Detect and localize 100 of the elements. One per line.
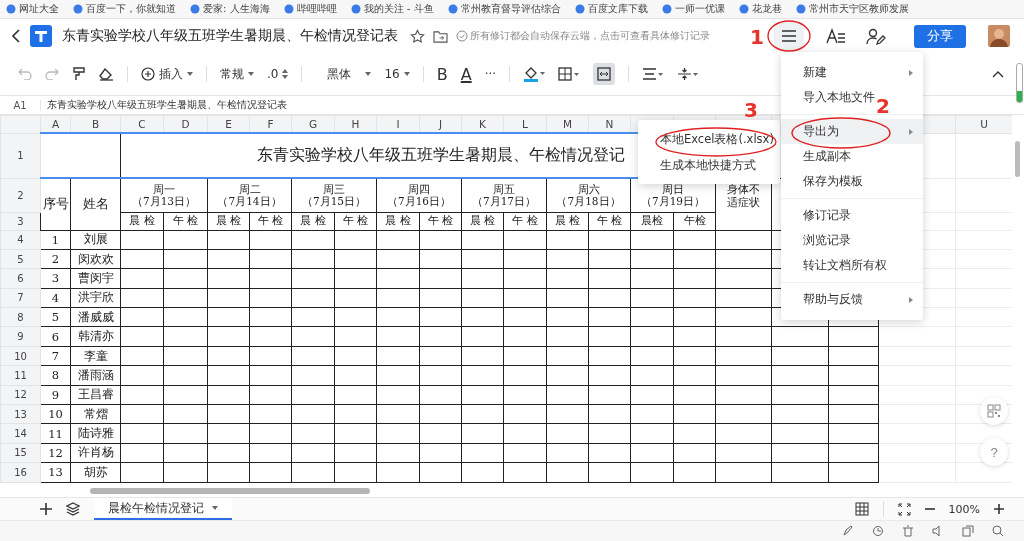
column-header[interactable]: C [138, 118, 146, 130]
align-icon[interactable] [642, 68, 665, 80]
vertical-align-icon[interactable] [677, 67, 700, 81]
fullscreen-icon[interactable] [897, 502, 911, 516]
row-header[interactable]: 9 [17, 331, 24, 343]
menu-item[interactable]: 保存为模板 [803, 174, 863, 189]
search-icon[interactable] [992, 525, 1004, 537]
table-header: 午 检 [596, 214, 623, 226]
fill-color-icon[interactable] [523, 66, 546, 82]
avatar[interactable] [988, 25, 1010, 47]
font-size-dropdown[interactable]: 16 [384, 67, 410, 81]
help-button[interactable]: ? [980, 438, 1008, 466]
menu-item[interactable]: 导入本地文件 [803, 90, 875, 105]
status-indicator [1016, 63, 1023, 103]
borders-icon[interactable] [558, 67, 581, 81]
column-header[interactable]: N [605, 118, 614, 130]
caret-icon [248, 72, 254, 76]
column-header[interactable]: L [522, 118, 528, 130]
row-header[interactable]: 7 [17, 292, 24, 304]
row-header[interactable]: 12 [14, 389, 27, 401]
row-header[interactable]: 13 [14, 408, 27, 420]
add-sheet-icon[interactable] [40, 503, 52, 515]
bold-button[interactable]: B [436, 64, 448, 84]
annotation-number: 1 [750, 27, 764, 47]
menu-item[interactable]: 浏览记录 [803, 233, 851, 248]
bookmark-link[interactable]: 百度一下，你就知道 [86, 2, 176, 16]
collapse-icon[interactable] [992, 70, 1004, 78]
row-header[interactable]: 1 [17, 150, 24, 161]
menu-item[interactable]: 修订记录 [803, 208, 851, 223]
trash-icon[interactable] [902, 525, 914, 537]
font-color-button[interactable]: A [460, 64, 472, 84]
row-header[interactable]: 10 [14, 350, 27, 362]
menu-button[interactable] [774, 22, 804, 50]
column-header[interactable]: B [91, 118, 100, 130]
format-painter-icon[interactable] [72, 67, 86, 81]
column-header[interactable]: K [479, 118, 486, 130]
menu-item[interactable]: 导出为 [803, 124, 839, 139]
bookmark-link[interactable]: 常州市天宁区教师发展 [808, 2, 909, 16]
row-header[interactable]: 6 [17, 272, 24, 284]
eraser-icon[interactable] [99, 67, 114, 81]
bookmark-link[interactable]: 花龙巷 [751, 2, 782, 16]
star-icon[interactable] [410, 28, 425, 44]
table-header: 晨 检 [129, 214, 155, 226]
number-format-dropdown[interactable]: 常规 [220, 65, 254, 83]
table-header: 晨 检 [300, 214, 326, 226]
share-button[interactable]: 分享 [914, 24, 966, 48]
column-header[interactable]: E [225, 118, 232, 130]
row-header[interactable]: 15 [14, 447, 27, 459]
column-header[interactable]: G [308, 118, 318, 130]
column-header[interactable]: F [267, 118, 274, 130]
column-header[interactable]: D [181, 118, 190, 130]
folder-icon[interactable] [433, 29, 448, 43]
row-header[interactable]: 2 [17, 189, 24, 201]
bookmark-link[interactable]: 爱家: 人生海海 [203, 2, 270, 16]
vertical-scrollbar[interactable] [1015, 141, 1020, 177]
column-header[interactable]: J [438, 118, 443, 130]
menu-item[interactable]: 新建 [803, 65, 827, 80]
row-header[interactable]: 16 [14, 466, 27, 478]
decimal-button[interactable]: .0 [267, 67, 289, 81]
row-header[interactable]: 5 [17, 253, 24, 265]
column-header[interactable]: U [980, 118, 988, 131]
column-header[interactable]: A [51, 118, 60, 130]
copy-icon[interactable] [962, 525, 974, 537]
formula-field[interactable]: 东青实验学校八年级五班学生暑期晨、午检情况登记表 [41, 98, 287, 112]
layers-icon[interactable] [66, 502, 80, 516]
insert-button[interactable]: 插入 [141, 65, 193, 83]
menu-item[interactable]: 帮助与反馈 [803, 292, 863, 307]
bookmark-icon [574, 4, 585, 14]
more-button[interactable]: ··· [484, 67, 497, 81]
column-header[interactable]: M [562, 118, 573, 130]
menu-item[interactable]: 转让文档所有权 [803, 258, 887, 273]
horizontal-scrollbar[interactable] [90, 488, 370, 494]
back-icon[interactable] [12, 29, 20, 43]
row-header[interactable]: 14 [14, 428, 27, 440]
zoom-in-icon[interactable] [994, 504, 1004, 514]
row-header[interactable]: 8 [17, 311, 24, 323]
row-header[interactable]: 11 [14, 369, 27, 381]
grid-icon[interactable] [854, 502, 869, 516]
table-header: 姓名 [82, 196, 109, 212]
text-format-icon[interactable] [826, 28, 846, 44]
cell-reference: A1 [0, 99, 41, 111]
bookmark-icon [73, 4, 83, 14]
person-edit-icon[interactable] [866, 27, 886, 45]
sheet-tab[interactable]: 晨检午检情况登记 [94, 498, 232, 520]
font-dropdown[interactable]: 黑体 [327, 65, 372, 83]
row-header[interactable]: 4 [17, 234, 24, 246]
column-header[interactable]: I [396, 118, 400, 130]
bookmark-link[interactable]: 我的关注 - 斗鱼 [363, 2, 434, 16]
save-status-link[interactable]: 所有修订都会自动保存云端，点击可查看具体修订记录 [470, 29, 710, 43]
bookmark-link[interactable]: 一师一优课 [674, 2, 725, 16]
merge-cells-button[interactable] [593, 63, 616, 85]
row-header[interactable]: 3 [17, 215, 24, 227]
table-header: 晨 检 [215, 214, 242, 226]
column-header[interactable]: H [351, 118, 360, 130]
bookmark-link[interactable]: 哔哩哔哩 [296, 2, 337, 16]
menu-item[interactable]: 生成副本 [803, 149, 851, 164]
bookmark-link[interactable]: 网址大全 [19, 2, 59, 16]
bookmark-link[interactable]: 百度文库下载 [587, 2, 648, 16]
bookmark-link[interactable]: 常州教育督导评估综合 [460, 2, 561, 16]
submenu-item[interactable]: 生成本地快捷方式 [638, 152, 780, 178]
